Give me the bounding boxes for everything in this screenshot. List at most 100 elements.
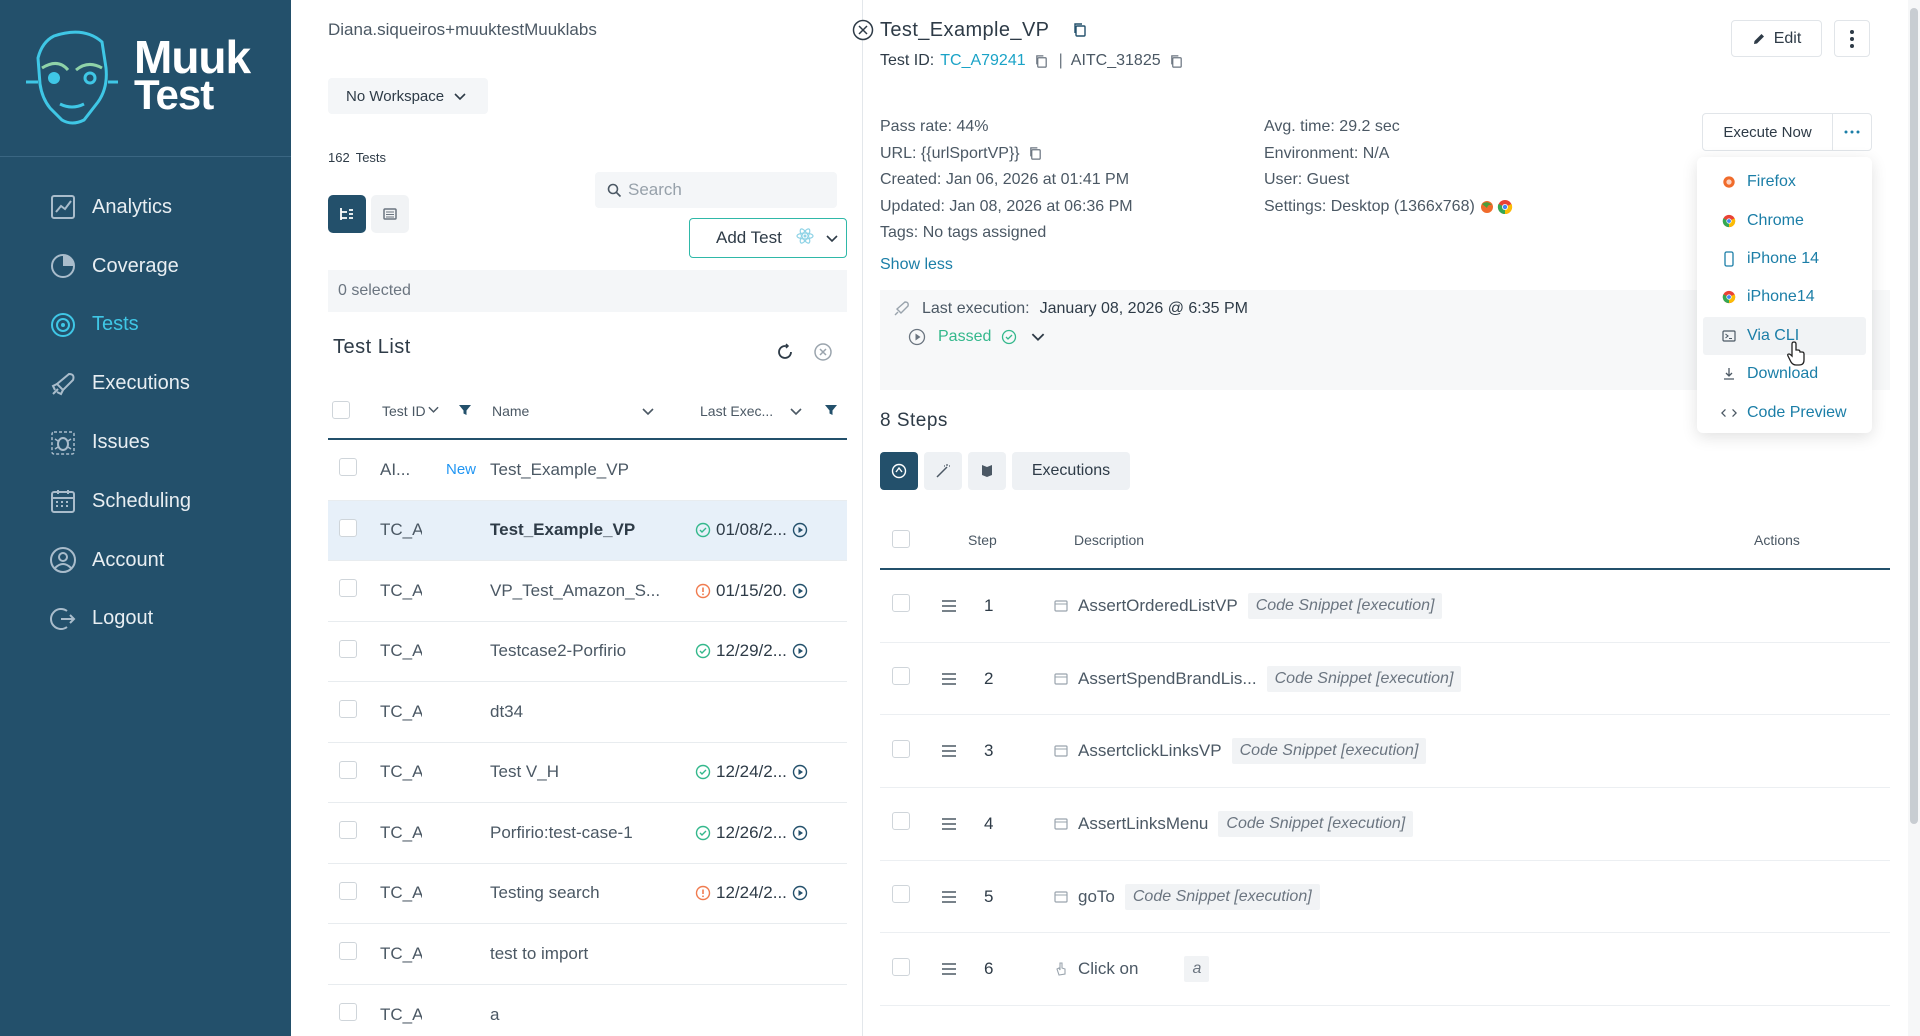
show-less-link[interactable]: Show less	[880, 256, 953, 274]
step-row[interactable]: 4 AssertLinksMenu Code Snippet [executio…	[880, 788, 1890, 861]
table-row[interactable]: TC_A7... Testcase2-Porfirio 12/29/2...	[328, 622, 847, 682]
step-row[interactable]: 2 AssertSpendBrandLis... Code Snippet [e…	[880, 643, 1890, 716]
last-status-line[interactable]: Passed	[908, 328, 1045, 346]
tree-view-button[interactable]	[328, 195, 366, 233]
menu-item-download[interactable]: Download	[1703, 355, 1866, 393]
table-row[interactable]: TC_A7... VP_Test_Amazon_S... 01/15/20...	[328, 561, 847, 622]
row-checkbox[interactable]	[339, 942, 357, 961]
chevron-down-icon[interactable]	[826, 228, 838, 248]
sidebar-item-logout[interactable]: Logout	[0, 590, 291, 649]
filter-icon[interactable]	[810, 403, 838, 420]
play-icon[interactable]	[788, 885, 812, 901]
chevron-down-icon[interactable]	[1031, 332, 1045, 342]
table-row[interactable]: TC_A7... Testing search 12/24/2...	[328, 864, 847, 924]
select-all-steps-checkbox[interactable]	[892, 529, 910, 548]
refresh-icon[interactable]	[775, 342, 795, 367]
play-icon[interactable]	[788, 643, 812, 659]
step-checkbox[interactable]	[892, 885, 910, 904]
drag-handle-icon[interactable]	[924, 818, 974, 830]
play-icon[interactable]	[788, 583, 812, 599]
sidebar-item-label: Scheduling	[92, 489, 191, 512]
play-icon[interactable]	[788, 764, 812, 780]
step-row[interactable]: 1 AssertOrderedListVP Code Snippet [exec…	[880, 570, 1890, 643]
sidebar-item-analytics[interactable]: Analytics	[0, 178, 291, 237]
search-box[interactable]	[595, 172, 837, 208]
sidebar-item-coverage[interactable]: Coverage	[0, 237, 291, 296]
filter-icon[interactable]	[458, 403, 492, 420]
play-icon[interactable]	[788, 825, 812, 841]
step-checkbox[interactable]	[892, 667, 910, 686]
step-row[interactable]: 5 goTo Code Snippet [execution]	[880, 861, 1890, 934]
more-options-button[interactable]	[1834, 20, 1870, 57]
drag-handle-icon[interactable]	[924, 745, 974, 757]
execute-now-button[interactable]: Execute Now	[1702, 113, 1833, 151]
test-id-link[interactable]: TC_A79241	[940, 52, 1025, 70]
tab-executions[interactable]: Executions	[1012, 452, 1130, 490]
row-checkbox[interactable]	[339, 518, 357, 537]
table-row[interactable]: TC_A7... test to import	[328, 924, 847, 985]
clear-filters-icon[interactable]	[813, 342, 833, 367]
play-icon[interactable]	[908, 328, 926, 346]
step-row[interactable]: 6 Click on a	[880, 933, 1890, 1007]
sort-chevron-icon[interactable]	[428, 405, 458, 417]
row-checkbox[interactable]	[339, 458, 357, 477]
menu-item-iphone-14[interactable]: iPhone 14	[1703, 240, 1866, 278]
sidebar-item-issues[interactable]: Issues	[0, 413, 291, 472]
copy-icon[interactable]	[1169, 54, 1184, 69]
drag-handle-icon[interactable]	[924, 672, 974, 685]
row-checkbox[interactable]	[339, 1003, 357, 1022]
chevron-down-icon[interactable]	[790, 403, 810, 419]
logo[interactable]: Muuk Test	[0, 0, 291, 157]
menu-item-via-cli[interactable]: Via CLI	[1703, 316, 1866, 355]
list-view-button[interactable]	[371, 195, 409, 233]
column-header-name[interactable]: Name	[492, 403, 642, 419]
tab-steps-view[interactable]	[880, 452, 918, 490]
table-row[interactable]: TC_A7... a	[328, 985, 847, 1036]
row-checkbox[interactable]	[339, 579, 357, 598]
menu-item-iphone14-chrome[interactable]: iPhone14	[1703, 278, 1866, 316]
step-checkbox[interactable]	[892, 957, 910, 976]
chevron-down-icon[interactable]	[642, 403, 700, 419]
sidebar-item-tests[interactable]: Tests	[0, 296, 291, 355]
workspace-select[interactable]: No Workspace	[328, 78, 488, 114]
row-checkbox[interactable]	[339, 821, 357, 840]
table-row[interactable]: AI... New Test_Example_VP	[328, 440, 847, 501]
drag-handle-icon[interactable]	[924, 890, 974, 903]
row-checkbox[interactable]	[339, 881, 357, 900]
play-icon[interactable]	[788, 522, 812, 538]
edit-button[interactable]: Edit	[1731, 20, 1822, 57]
menu-item-code-preview[interactable]: Code Preview	[1703, 393, 1866, 431]
row-checkbox[interactable]	[339, 700, 357, 719]
vertical-scrollbar[interactable]	[1908, 0, 1920, 1036]
table-row[interactable]: TC_A7... Test_Example_VP 01/08/2...	[328, 500, 847, 561]
menu-item-chrome[interactable]: Chrome	[1703, 201, 1866, 239]
tab-screenshots[interactable]	[968, 452, 1006, 490]
sidebar-item-executions[interactable]: Executions	[0, 354, 291, 413]
scrollbar-thumb[interactable]	[1910, 8, 1918, 824]
step-checkbox[interactable]	[892, 594, 910, 613]
sidebar-item-account[interactable]: Account	[0, 531, 291, 590]
step-checkbox[interactable]	[892, 739, 910, 758]
row-checkbox[interactable]	[339, 760, 357, 779]
copy-icon[interactable]	[1028, 146, 1043, 161]
menu-item-firefox[interactable]: Firefox	[1703, 163, 1866, 201]
tab-edit-steps[interactable]	[924, 452, 962, 490]
drag-handle-icon[interactable]	[924, 600, 974, 612]
table-row[interactable]: TC_A7... Test V_H 12/24/2...	[328, 743, 847, 803]
add-test-button[interactable]: Add Test	[689, 218, 847, 258]
row-checkbox[interactable]	[339, 639, 357, 658]
copy-icon[interactable]	[1034, 54, 1049, 69]
column-header-id[interactable]: Test ID	[372, 403, 428, 419]
table-row[interactable]: TC_A7... Porfirio:test-case-1 12/26/2...	[328, 803, 847, 864]
sidebar-item-scheduling[interactable]: Scheduling	[0, 472, 291, 531]
step-checkbox[interactable]	[892, 812, 910, 831]
step-row[interactable]: 3 AssertclickLinksVP Code Snippet [execu…	[880, 715, 1890, 789]
drag-handle-icon[interactable]	[924, 963, 974, 976]
select-all-checkbox[interactable]	[332, 400, 350, 419]
table-row[interactable]: TC_A7... dt34	[328, 682, 847, 743]
column-header-last-exec[interactable]: Last Exec...	[700, 403, 790, 419]
execute-options-button[interactable]	[1832, 113, 1872, 151]
search-input[interactable]	[628, 180, 828, 200]
close-detail-icon[interactable]	[852, 19, 874, 46]
copy-icon[interactable]	[1072, 22, 1088, 43]
